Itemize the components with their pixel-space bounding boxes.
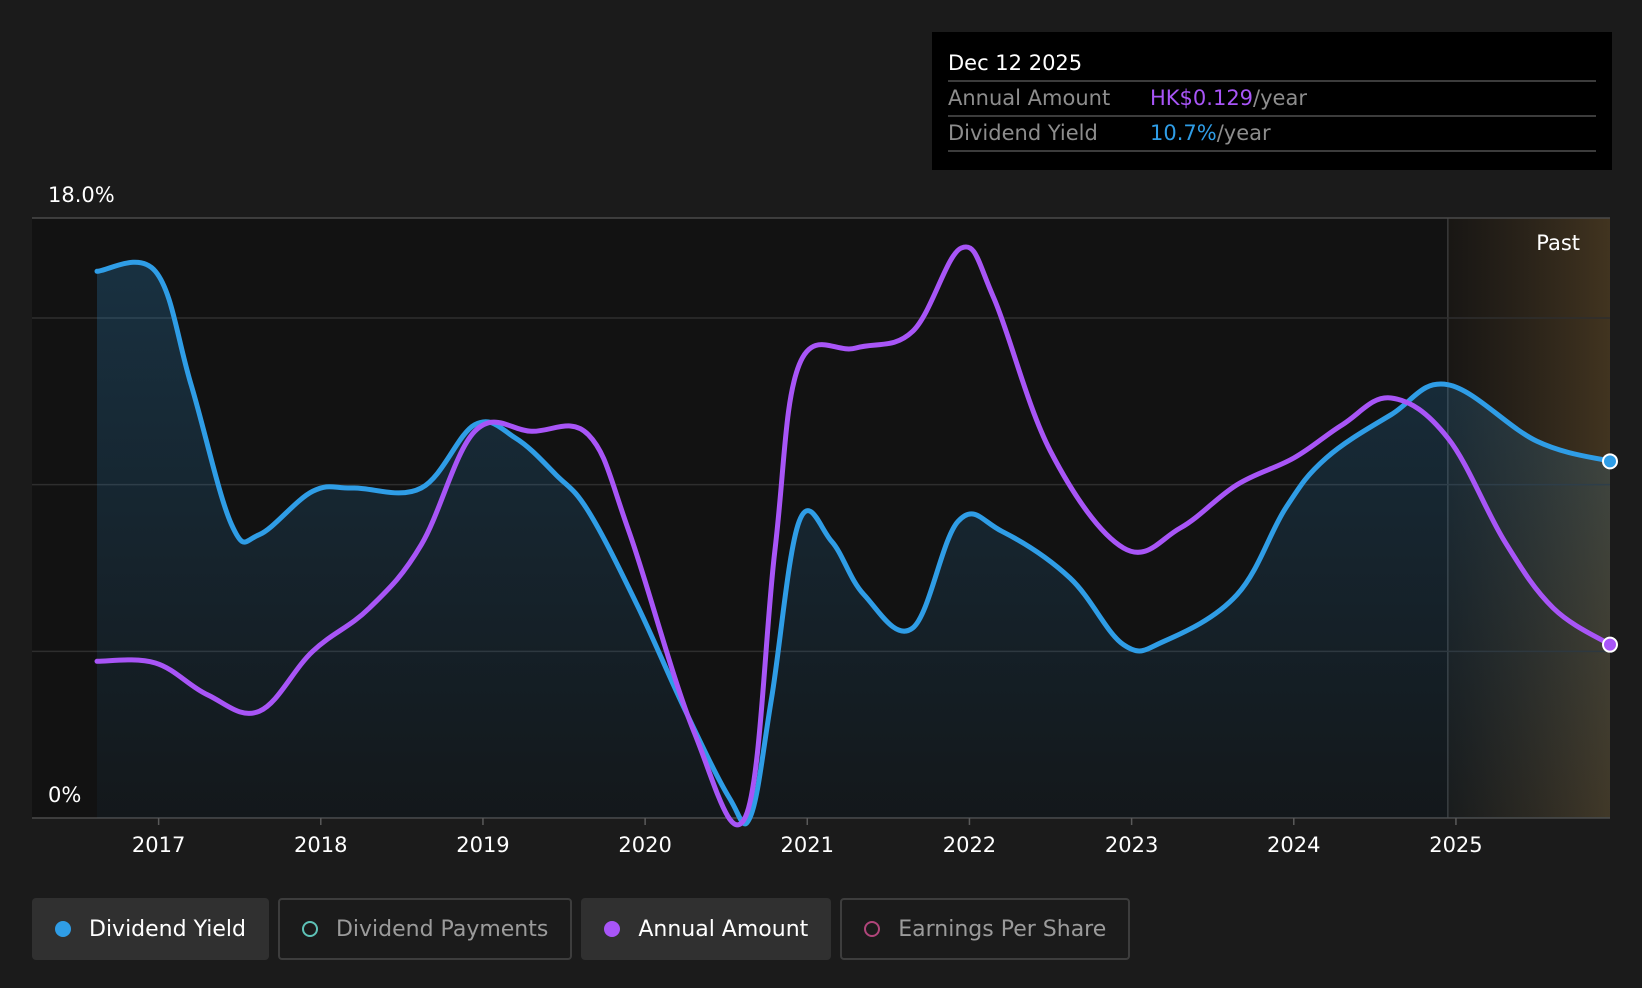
legend: Dividend Yield Dividend Payments Annual … [32,898,1131,960]
legend-earnings-per-share-button[interactable]: Earnings Per Share [840,898,1131,960]
legend-dividend-payments-label: Dividend Payments [335,916,549,942]
tooltip-annual-amount-label: Annual Amount [948,86,1111,110]
x-axis-ticks: 2017 2018 2019 2020 2021 2022 2023 2024 2025 [132,818,1483,857]
tooltip-annual-amount-value: HK$0.129 [1150,86,1254,110]
legend-annual-amount-label: Annual Amount [638,916,809,942]
legend-dividend-yield-label: Dividend Yield [89,916,246,942]
earnings-per-share-circle-icon [864,921,881,937]
y-max-label: 18.0% [48,183,115,207]
x-tick-label: 2017 [132,833,185,857]
annual-amount-end-marker[interactable] [1602,636,1618,653]
tooltip-dividend-yield-row: Dividend Yield 10.7% /year [948,117,1596,152]
tooltip-annual-amount-row: Annual Amount HK$0.129 /year [948,82,1596,117]
tooltip-dividend-yield-unit: /year [1216,121,1271,145]
tooltip-annual-amount-unit: /year [1253,86,1307,110]
tooltip-dividend-yield-value: 10.7% [1150,121,1217,145]
x-tick-label: 2022 [943,833,996,857]
x-tick-label: 2019 [456,833,509,857]
y-min-label: 0% [48,783,81,807]
tooltip-date: Dec 12 2025 [948,46,1596,82]
dividend-yield-dot-icon [55,921,71,937]
x-tick-label: 2020 [618,833,671,857]
legend-earnings-per-share-label: Earnings Per Share [898,916,1107,942]
x-tick-label: 2024 [1267,833,1320,857]
tooltip: Dec 12 2025 Annual Amount HK$0.129 /year… [932,32,1612,170]
dividend-payments-circle-icon [301,921,318,937]
x-tick-label: 2021 [781,833,834,857]
dividend-yield-end-marker[interactable] [1602,453,1618,470]
x-tick-label: 2025 [1429,833,1482,857]
annual-amount-dot-icon [604,921,621,937]
legend-dividend-payments-button[interactable]: Dividend Payments [277,898,573,960]
legend-annual-amount-button[interactable]: Annual Amount [581,898,832,960]
x-tick-label: 2023 [1105,833,1158,857]
x-tick-label: 2018 [294,833,347,857]
legend-dividend-yield-button[interactable]: Dividend Yield [32,898,269,960]
tooltip-dividend-yield-label: Dividend Yield [948,121,1098,145]
past-label: Past [1536,231,1580,255]
